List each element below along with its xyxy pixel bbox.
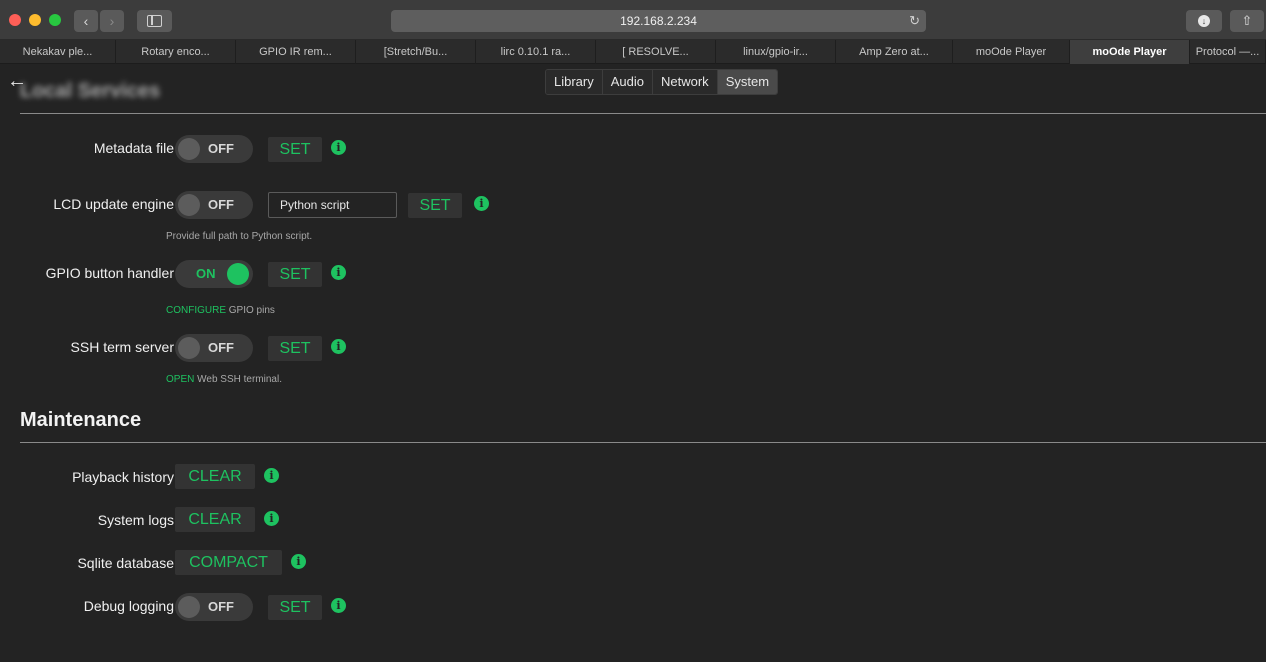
browser-tab[interactable]: Rotary enco... [116,40,236,64]
browser-forward-button[interactable]: › [100,10,124,32]
toggle-state: OFF [208,197,234,212]
sqlite-database-label: Sqlite database [77,555,174,571]
info-icon[interactable]: i [331,339,346,354]
system-logs-clear-button[interactable]: CLEAR [175,507,255,532]
toggle-knob [227,263,249,285]
browser-tab-bar: Nekakav ple... Rotary enco... GPIO IR re… [0,40,1266,64]
info-icon[interactable]: i [264,511,279,526]
section-divider [20,113,1266,114]
debug-logging-label: Debug logging [83,598,174,614]
browser-tab[interactable]: Protocol —... [1190,40,1266,64]
gpio-button-handler-set-button[interactable]: SET [268,262,322,287]
info-icon[interactable]: i [474,196,489,211]
download-icon: ↓ [1198,15,1210,27]
sidebar-icon [147,15,162,27]
url-text: 192.168.2.234 [620,14,697,28]
browser-tab[interactable]: lirc 0.10.1 ra... [476,40,596,64]
toggle-state: OFF [208,340,234,355]
toggle-knob [178,337,200,359]
ssh-help-text: OPEN Web SSH terminal. [166,374,282,385]
ssh-term-server-toggle[interactable]: OFF [175,334,253,362]
toggle-knob [178,138,200,160]
lcd-update-engine-toggle[interactable]: OFF [175,191,253,219]
toggle-state: OFF [208,141,234,156]
debug-logging-toggle[interactable]: OFF [175,593,253,621]
lcd-script-path-input[interactable] [268,192,397,218]
reload-icon[interactable]: ↻ [909,10,920,32]
section-divider [20,442,1266,443]
info-icon[interactable]: i [331,140,346,155]
sidebar-toggle-button[interactable] [137,10,172,32]
minimize-window-button[interactable] [29,14,41,26]
configure-gpio-link[interactable]: CONFIGURE [166,305,226,316]
metadata-file-label: Metadata file [93,140,174,156]
tab-audio[interactable]: Audio [602,70,653,94]
system-logs-label: System logs [97,512,174,528]
downloads-button[interactable]: ↓ [1186,10,1222,32]
browser-titlebar: ‹ › 192.168.2.234 ↻ ↓ ⇧ [0,0,1266,40]
config-nav-tabs: Library Audio Network System [545,69,779,95]
chevron-right-icon: › [109,13,115,29]
metadata-file-toggle[interactable]: OFF [175,135,253,163]
section-title-obscured: Local Services [20,80,161,100]
info-icon[interactable]: i [331,265,346,280]
share-icon: ⇧ [1241,13,1253,28]
maintenance-heading: Maintenance [20,409,142,431]
tab-library[interactable]: Library [546,70,603,94]
lcd-update-engine-set-button[interactable]: SET [408,193,462,218]
playback-history-clear-button[interactable]: CLEAR [175,464,255,489]
browser-tab[interactable]: linux/gpio-ir... [716,40,836,64]
ssh-help-rest: Web SSH terminal. [194,374,282,385]
tab-system[interactable]: System [717,70,778,94]
info-icon[interactable]: i [264,468,279,483]
gpio-help-text: CONFIGURE GPIO pins [166,305,275,316]
app-header: ← Local Services Library Audio Network S… [0,65,1266,100]
info-icon[interactable]: i [331,598,346,613]
browser-tab[interactable]: moOde Player [953,40,1070,64]
toggle-knob [178,596,200,618]
browser-tab[interactable]: Nekakav ple... [0,40,116,64]
ssh-term-server-set-button[interactable]: SET [268,336,322,361]
browser-tab[interactable]: GPIO IR rem... [236,40,356,64]
browser-tab-active[interactable]: moOde Player [1070,40,1190,64]
open-ssh-terminal-link[interactable]: OPEN [166,374,194,385]
lcd-update-engine-label: LCD update engine [53,196,174,212]
playback-history-label: Playback history [72,469,174,485]
lcd-help-text: Provide full path to Python script. [166,231,313,242]
share-button[interactable]: ⇧ [1230,10,1264,32]
info-icon[interactable]: i [291,554,306,569]
gpio-help-rest: GPIO pins [226,305,275,316]
debug-logging-set-button[interactable]: SET [268,595,322,620]
gpio-button-handler-toggle[interactable]: ON [175,260,253,288]
toggle-state: ON [196,266,216,281]
ssh-term-server-label: SSH term server [70,339,174,355]
tab-network[interactable]: Network [653,70,718,94]
toggle-knob [178,194,200,216]
gpio-button-handler-label: GPIO button handler [45,265,174,281]
toggle-state: OFF [208,599,234,614]
browser-back-button[interactable]: ‹ [74,10,98,32]
sqlite-compact-button[interactable]: COMPACT [175,550,282,575]
browser-tab[interactable]: [Stretch/Bu... [356,40,476,64]
metadata-file-set-button[interactable]: SET [268,137,322,162]
browser-tab[interactable]: [ RESOLVE... [596,40,716,64]
address-bar[interactable]: 192.168.2.234 ↻ [391,10,926,32]
chevron-left-icon: ‹ [83,13,89,29]
close-window-button[interactable] [9,14,21,26]
browser-tab[interactable]: Amp Zero at... [836,40,953,64]
zoom-window-button[interactable] [49,14,61,26]
